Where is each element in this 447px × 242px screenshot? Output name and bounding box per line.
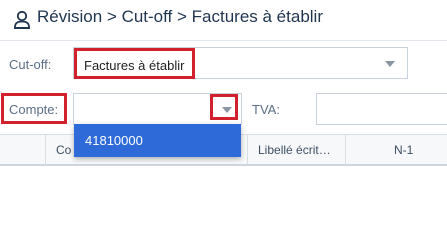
chevron-down-icon[interactable] <box>385 61 395 67</box>
header-divider <box>0 40 447 41</box>
page-title: Révision > Cut-off > Factures à établir <box>37 7 323 26</box>
compte-dropdown-list: 41810000 <box>74 124 241 157</box>
user-icon <box>14 10 30 29</box>
dropdown-option[interactable]: 41810000 <box>85 133 143 148</box>
compte-label: Compte: <box>9 102 59 117</box>
column-header-libelle[interactable]: Libellé écrit… <box>247 135 345 165</box>
page-header: Révision > Cut-off > Factures à établir <box>0 0 447 40</box>
cutoff-select[interactable]: Factures à établir <box>73 47 408 79</box>
cutoff-select-value: Factures à établir <box>84 58 185 73</box>
compte-select[interactable] <box>73 93 242 125</box>
tva-label: TVA: <box>252 102 280 117</box>
chevron-down-icon[interactable] <box>222 107 232 113</box>
cutoff-label: Cut-off: <box>9 57 52 72</box>
column-header-n1[interactable]: N-1 <box>345 135 447 165</box>
tva-select[interactable] <box>316 93 447 125</box>
